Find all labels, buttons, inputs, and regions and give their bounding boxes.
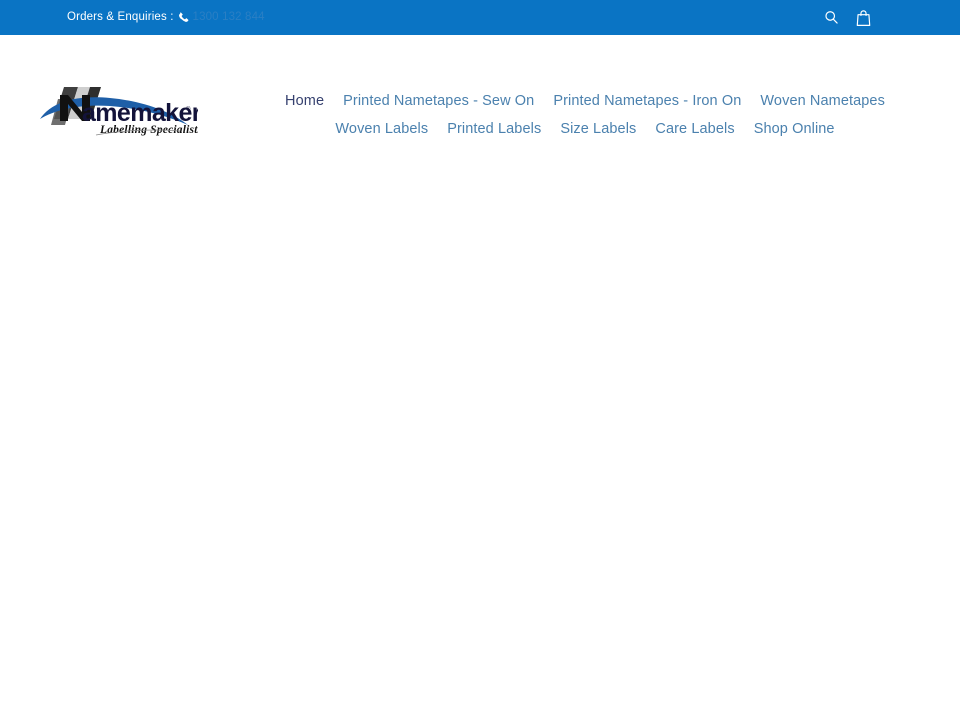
nav-item-care-labels: Care Labels — [646, 115, 744, 143]
nav-link-size-labels[interactable]: Size Labels — [551, 115, 646, 143]
nav-item-woven-labels: Woven Labels — [326, 115, 438, 143]
phone-number: 1300 132 844 — [192, 10, 265, 23]
nav-item-printed-nametapes-sew-on: Printed Nametapes - Sew On — [334, 87, 544, 115]
shopping-bag-icon — [855, 9, 872, 27]
main-navigation-list: Home Printed Nametapes - Sew On Printed … — [255, 87, 915, 143]
nav-link-woven-labels[interactable]: Woven Labels — [326, 115, 438, 143]
nav-link-shop-online[interactable]: Shop Online — [744, 115, 844, 143]
nav-link-woven-nametapes[interactable]: Woven Nametapes — [751, 87, 895, 115]
orders-enquiries-label: Orders & Enquiries : — [67, 10, 174, 23]
search-icon — [823, 9, 840, 26]
nav-item-woven-nametapes: Woven Nametapes — [751, 87, 895, 115]
announcement-bar: Orders & Enquiries : 1300 132 844 — [0, 0, 960, 35]
nav-item-printed-nametapes-iron-on: Printed Nametapes - Iron On — [544, 87, 751, 115]
announcement-bar-message-group: Orders & Enquiries : 1300 132 844 — [67, 10, 265, 24]
nav-item-printed-labels: Printed Labels — [438, 115, 551, 143]
page-content — [0, 115, 960, 720]
nav-link-care-labels[interactable]: Care Labels — [646, 115, 744, 143]
nav-link-printed-nametapes-iron-on[interactable]: Printed Nametapes - Iron On — [544, 87, 751, 115]
nav-item-size-labels: Size Labels — [551, 115, 646, 143]
main-navigation: Home Printed Nametapes - Sew On Printed … — [0, 87, 960, 143]
nav-link-printed-nametapes-sew-on[interactable]: Printed Nametapes - Sew On — [334, 87, 544, 115]
nav-item-shop-online: Shop Online — [744, 115, 844, 143]
announcement-bar-actions — [814, 0, 960, 35]
site-header: amemakers ® Labelling Specialists Home P… — [0, 35, 960, 137]
nav-link-home[interactable]: Home — [276, 87, 334, 115]
cart-button[interactable] — [846, 0, 880, 35]
nav-item-home: Home — [276, 87, 334, 115]
phone-link[interactable]: 1300 132 844 — [178, 10, 265, 24]
search-button[interactable] — [814, 0, 848, 35]
nav-link-printed-labels[interactable]: Printed Labels — [438, 115, 551, 143]
phone-icon — [178, 12, 189, 23]
